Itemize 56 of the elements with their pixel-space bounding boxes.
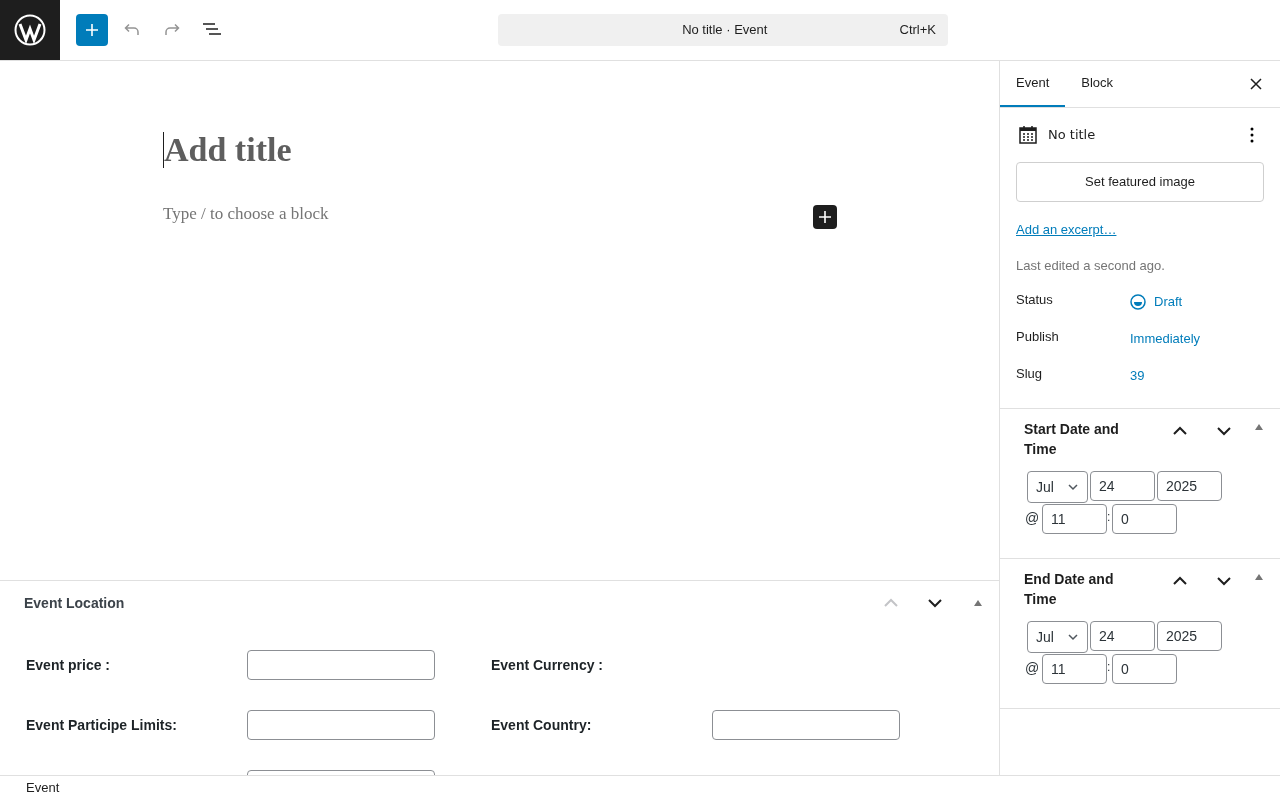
excerpt-link[interactable]: Add an excerpt…	[1016, 221, 1117, 237]
month-select[interactable]: Jul	[1027, 471, 1088, 503]
last-edited-text: Last edited a second ago.	[1016, 256, 1166, 275]
at-sign: @	[1025, 659, 1041, 678]
block-placeholder[interactable]: Type / to choose a block	[163, 201, 329, 227]
month-select[interactable]: Jul	[1027, 621, 1088, 653]
more-options-icon[interactable]	[1250, 126, 1254, 143]
time-separator: :	[1107, 659, 1112, 675]
featured-image-button[interactable]: Set featured image	[1016, 161, 1264, 202]
minute-input[interactable]: 0	[1112, 654, 1177, 684]
sidebar-tab[interactable]: Event	[1000, 61, 1066, 107]
day-input[interactable]: 24	[1090, 471, 1155, 501]
meta-box-title: Event Location	[24, 594, 125, 613]
document-title: No title · Event	[681, 21, 769, 40]
text-input[interactable]	[247, 650, 435, 680]
text-input[interactable]	[247, 710, 435, 740]
collapse-triangle-icon[interactable]	[973, 599, 983, 607]
sidebar-tab[interactable]: Block	[1065, 61, 1130, 107]
field-label: Event Country:	[491, 717, 592, 733]
title-placeholder[interactable]: Add title	[164, 131, 292, 169]
day-input[interactable]: 24	[1090, 621, 1155, 651]
command-bar[interactable]: No title · Event Ctrl+K	[498, 14, 948, 46]
collapse-triangle-icon[interactable]	[1254, 573, 1264, 581]
calendar-icon	[1019, 125, 1037, 145]
meta-value-link[interactable]: 39	[1130, 366, 1145, 386]
wordpress-logo-icon	[14, 14, 46, 46]
year-input[interactable]: 2025	[1157, 471, 1222, 501]
text-input[interactable]	[712, 710, 900, 740]
field-label: Event price :	[26, 657, 111, 673]
chevron-down-icon	[1067, 481, 1079, 493]
plus-icon	[85, 23, 99, 37]
hour-input[interactable]: 11	[1042, 654, 1107, 684]
collapse-triangle-icon[interactable]	[1254, 423, 1264, 431]
at-sign: @	[1025, 509, 1041, 528]
shortcut-hint: Ctrl+K	[899, 21, 936, 40]
hour-input[interactable]: 11	[1042, 504, 1107, 534]
year-input[interactable]: 2025	[1157, 621, 1222, 651]
add-block-button[interactable]	[813, 205, 837, 229]
breadcrumb[interactable]: Event	[26, 778, 60, 798]
meta-label: Status	[1016, 291, 1054, 310]
meta-label: Slug	[1016, 365, 1044, 384]
field-label: Event Participe Limits:	[26, 717, 177, 733]
meta-label: Publish	[1016, 328, 1060, 347]
meta-value-link[interactable]: Draft	[1130, 292, 1183, 312]
logo-tile[interactable]	[0, 0, 60, 60]
meta-value-link[interactable]: Immediately	[1130, 329, 1201, 349]
panel-title: End Date and Time	[1024, 570, 1115, 609]
panel-title: Start Date and Time	[1024, 420, 1120, 459]
close-icon[interactable]	[1250, 78, 1262, 90]
draft-status-icon	[1130, 294, 1146, 310]
chevron-down-icon	[1067, 631, 1079, 643]
plus-icon	[819, 211, 831, 223]
field-label: Event Currency :	[491, 657, 604, 673]
post-title: No title	[1048, 126, 1096, 144]
minute-input[interactable]: 0	[1112, 504, 1177, 534]
time-separator: :	[1107, 509, 1112, 525]
